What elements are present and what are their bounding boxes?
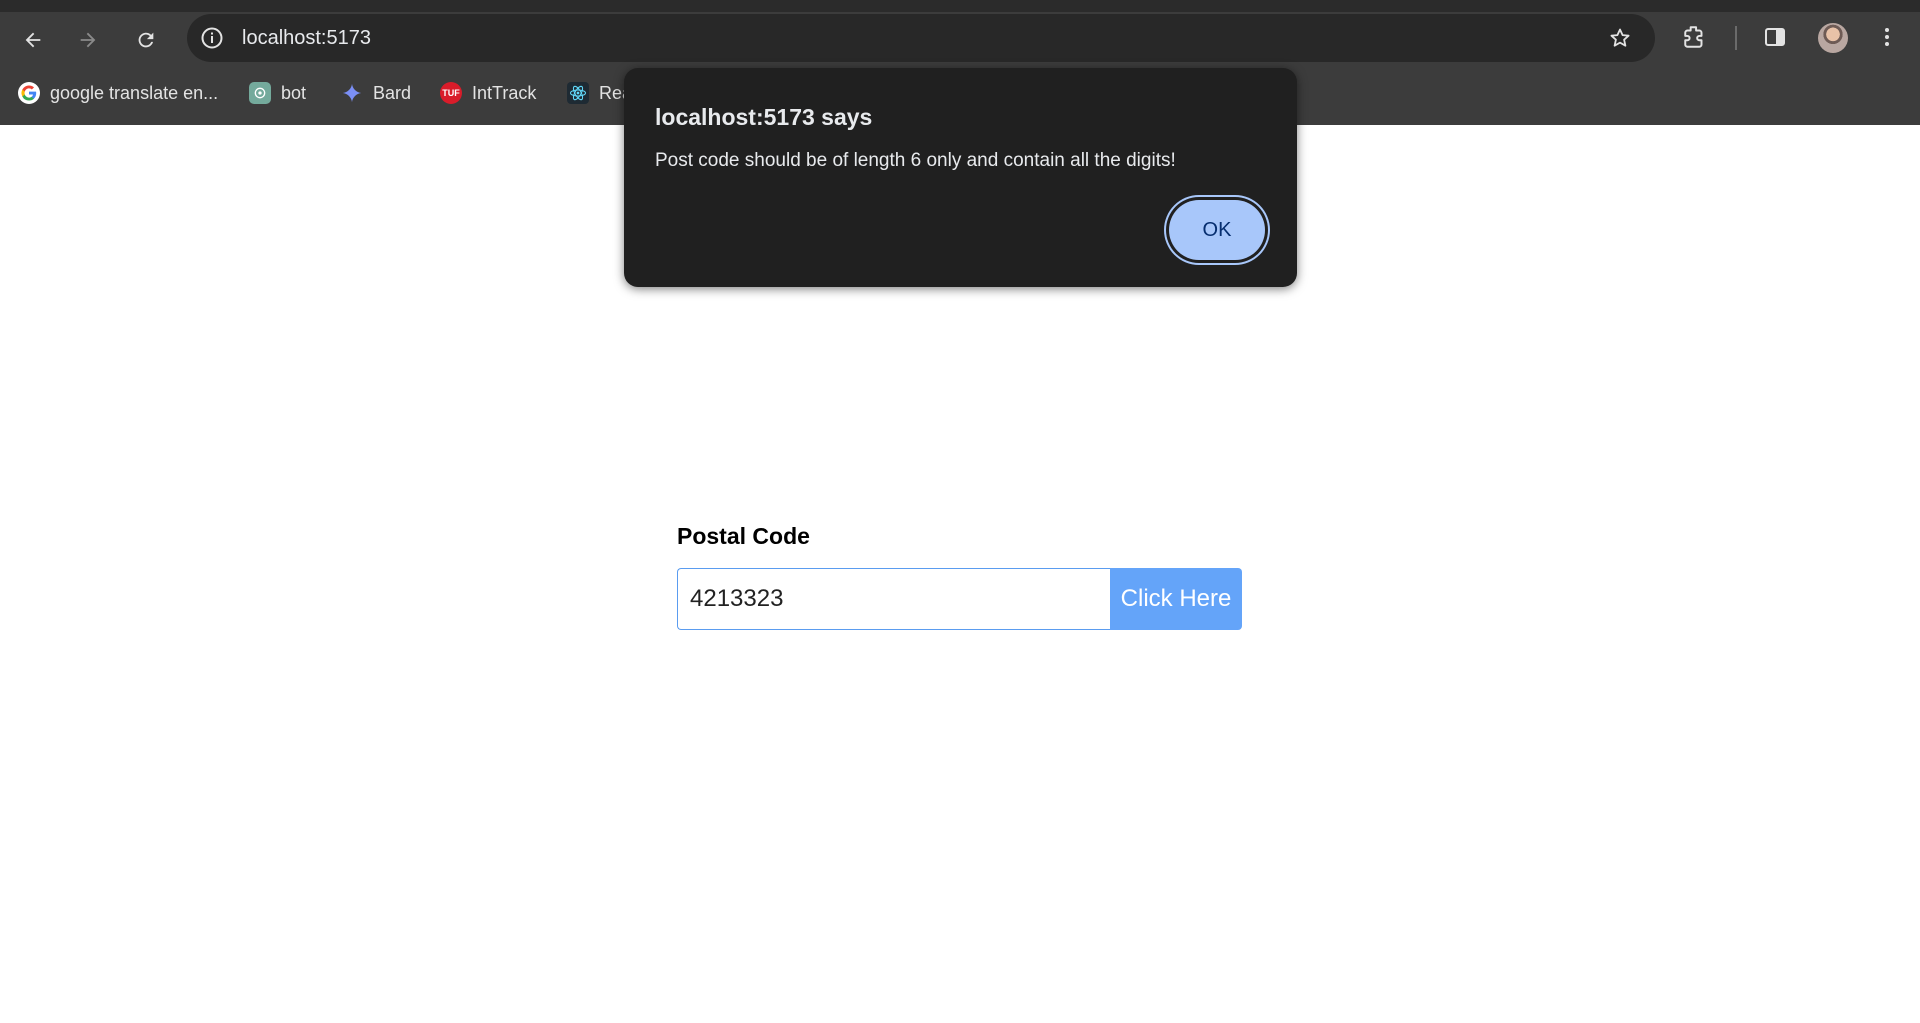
tuf-icon: TUF (440, 82, 462, 104)
bookmark-react[interactable]: Rea (567, 80, 632, 106)
site-info-icon[interactable] (199, 25, 225, 51)
bookmark-inttrack[interactable]: TUF IntTrack (440, 80, 536, 106)
forward-button[interactable] (68, 20, 108, 60)
toolbar-divider (1735, 26, 1737, 50)
postal-code-label: Postal Code (677, 523, 810, 549)
profile-avatar[interactable] (1818, 23, 1848, 53)
google-icon (18, 82, 40, 104)
ok-button[interactable]: OK (1169, 200, 1265, 260)
submit-button[interactable]: Click Here (1110, 568, 1242, 630)
url-text[interactable]: localhost:5173 (242, 27, 371, 49)
side-panel-icon[interactable] (1756, 18, 1794, 56)
more-menu-icon[interactable] (1868, 18, 1906, 56)
bookmark-bard[interactable]: Bard (341, 80, 411, 106)
arrow-left-icon (25, 32, 41, 48)
bookmark-label: google translate en... (50, 82, 219, 103)
dialog-message: Post code should be of length 6 only and… (655, 150, 1176, 171)
bookmark-bot[interactable]: bot (249, 80, 306, 106)
bookmark-label: Bard (373, 82, 412, 103)
alert-dialog: localhost:5173 says Post code should be … (624, 68, 1297, 287)
arrow-right-icon (80, 32, 96, 48)
reload-icon (138, 32, 154, 48)
bookmark-star-icon[interactable] (1607, 25, 1633, 51)
bard-sparkle-icon (341, 82, 363, 104)
tab-strip (0, 0, 1920, 12)
postal-code-input[interactable] (677, 568, 1111, 630)
reload-button[interactable] (126, 20, 166, 60)
chatgpt-icon (249, 82, 271, 104)
bookmark-label: IntTrack (472, 82, 537, 103)
browser-toolbar: localhost:5173 (0, 12, 1920, 62)
back-button[interactable] (13, 20, 53, 60)
bookmark-label: bot (281, 82, 307, 103)
react-icon (567, 82, 589, 104)
dialog-title: localhost:5173 says (655, 104, 873, 130)
extensions-icon[interactable] (1676, 18, 1714, 56)
bookmark-google-translate[interactable]: google translate en... (18, 80, 218, 106)
address-bar[interactable]: localhost:5173 (187, 14, 1655, 62)
